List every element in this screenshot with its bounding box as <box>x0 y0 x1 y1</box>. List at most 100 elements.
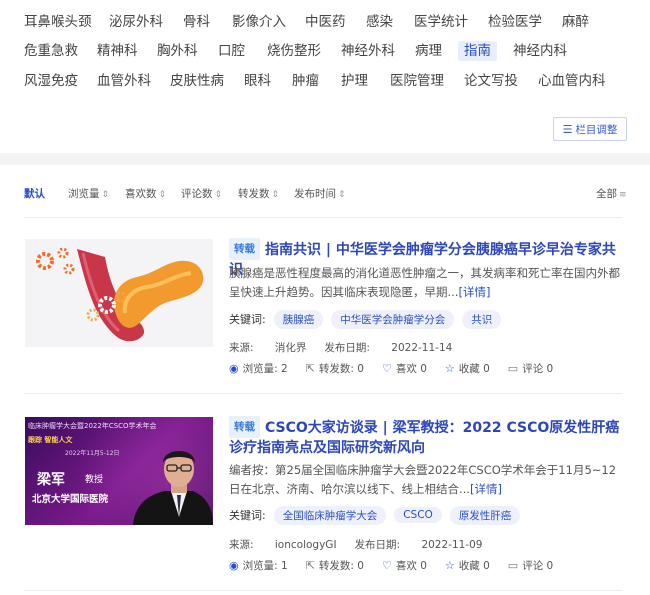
date-value: 2022-11-09 <box>421 539 483 551</box>
shares-label: 转发数: <box>318 560 354 572</box>
like-button[interactable]: ♡ 喜欢 0 <box>382 558 427 573</box>
views-value: 2 <box>281 362 288 375</box>
keyword-chip[interactable]: 全国临床肿瘤学大会 <box>273 505 387 525</box>
comment-value: 0 <box>546 559 554 572</box>
category-tag[interactable]: 医学统计 <box>414 12 468 32</box>
collect-button[interactable]: ☆ 收藏 0 <box>445 558 490 573</box>
category-tag[interactable]: 病理 <box>415 41 442 61</box>
category-tag[interactable]: 心血管内科 <box>538 71 606 91</box>
sort-default[interactable]: 默认 <box>24 186 45 201</box>
comment-icon: ▭ <box>507 362 519 375</box>
sort-views-label: 浏览量 <box>68 188 100 200</box>
comment-label: 评论 <box>522 363 544 375</box>
keyword-chip[interactable]: 中华医学会肿瘤学分会 <box>331 309 455 329</box>
category-tag[interactable]: 检验医学 <box>488 12 542 32</box>
column-adjust-button[interactable]: ☰ 栏目调整 <box>553 117 627 141</box>
category-tag[interactable]: 影像介入 <box>232 12 286 32</box>
keyword-chip[interactable]: 原发性肝癌 <box>449 505 521 525</box>
article-excerpt-text: 编者按：第25届全国临床肿瘤学大会暨2022年CSCO学术年会于11月5~12日… <box>229 463 617 496</box>
category-tag[interactable]: 骨科 <box>183 12 210 32</box>
comment-button[interactable]: ▭ 评论 0 <box>508 361 553 376</box>
pancreas-illustration <box>36 247 204 342</box>
views-stat: ◉ 浏览量: 1 <box>229 558 288 573</box>
likes-label: 喜欢 <box>395 560 417 572</box>
section-divider <box>0 153 650 165</box>
shares-stat[interactable]: ⇱ 转发数: 0 <box>306 361 364 376</box>
details-link[interactable]: [详情] <box>470 482 502 496</box>
category-tag[interactable]: 护理 <box>341 71 368 91</box>
star-icon: ☆ <box>444 362 455 375</box>
filter-all-label: 全部 <box>596 188 617 200</box>
divider <box>24 217 622 218</box>
comment-button[interactable]: ▭ 评论 0 <box>508 558 553 573</box>
category-tag[interactable]: 泌尿外科 <box>109 12 163 32</box>
article-stats: ◉ 浏览量: 1 ⇱ 转发数: 0 ♡ 喜欢 0 ☆ 收藏 0 ▭ 评论 0 <box>229 558 571 573</box>
sort-views[interactable]: 浏览量 ⇕ <box>68 186 109 201</box>
category-tag[interactable]: 麻醉 <box>562 12 589 32</box>
keywords-row: 关键词: 全国临床肿瘤学大会 CSCO 原发性肝癌 <box>229 505 521 525</box>
comment-icon: ▭ <box>507 559 519 572</box>
repost-tag: 转载 <box>229 416 260 438</box>
keywords-label: 关键词: <box>229 509 266 522</box>
article-title[interactable]: 转载 CSCO大家访谈录 | 梁军教授：2022 CSCO原发性肝癌诊疗指南亮点及… <box>229 416 624 458</box>
star-icon: ☆ <box>444 559 455 572</box>
date-label: 发布日期: <box>324 342 370 354</box>
category-tag[interactable]: 烧伤整形 <box>267 41 321 61</box>
keywords-label: 关键词: <box>229 313 266 326</box>
category-tag[interactable]: 感染 <box>366 12 393 32</box>
sort-arrow-icon: ⇕ <box>271 190 280 200</box>
speaker-portrait <box>133 451 213 525</box>
category-tag[interactable]: 论文写投 <box>464 71 518 91</box>
article-excerpt: 胰腺癌是恶性程度最高的消化道恶性肿瘤之一，其发病率和死亡率在国内外都呈快速上升趋… <box>229 264 624 302</box>
collect-value: 0 <box>483 559 490 572</box>
category-tag-active[interactable]: 指南 <box>458 41 497 61</box>
category-tag[interactable]: 血管外科 <box>97 71 151 91</box>
column-adjust-label: 栏目调整 <box>575 123 618 136</box>
collect-label: 收藏 <box>458 363 480 375</box>
category-tag[interactable]: 胸外科 <box>157 41 198 61</box>
views-value: 1 <box>281 559 288 572</box>
date-value: 2022-11-14 <box>391 342 453 354</box>
filter-all[interactable]: 全部 ≡ <box>596 186 627 201</box>
views-label: 浏览量: <box>242 560 278 572</box>
article-stats: ◉ 浏览量: 2 ⇱ 转发数: 0 ♡ 喜欢 0 ☆ 收藏 0 ▭ 评论 0 <box>229 361 571 376</box>
category-tag[interactable]: 精神科 <box>97 41 138 61</box>
category-tag[interactable]: 耳鼻喉头颈 <box>24 12 92 32</box>
category-tag[interactable]: 神经内科 <box>513 41 567 61</box>
category-tag[interactable]: 风湿免疫 <box>24 71 78 91</box>
keyword-chip[interactable]: 共识 <box>462 309 502 329</box>
category-tag[interactable]: 中医药 <box>305 12 346 32</box>
list-icon: ☰ <box>562 122 573 136</box>
category-tag[interactable]: 医院管理 <box>390 71 444 91</box>
category-tag[interactable]: 神经外科 <box>341 41 395 61</box>
keywords-row: 关键词: 胰腺癌 中华医学会肿瘤学分会 共识 <box>229 309 502 329</box>
publish-date: 发布日期: 2022-11-09 <box>355 539 483 551</box>
article-thumbnail[interactable] <box>25 239 213 347</box>
category-tag[interactable]: 口腔 <box>218 41 245 61</box>
keyword-chip[interactable]: 胰腺癌 <box>273 309 324 329</box>
shares-stat[interactable]: ⇱ 转发数: 0 <box>306 558 364 573</box>
source-label: 来源: <box>229 539 254 551</box>
sort-date-label: 发布时间 <box>294 188 336 200</box>
likes-value: 0 <box>420 559 427 572</box>
menu-icon: ≡ <box>619 190 627 200</box>
category-tag[interactable]: 眼科 <box>244 71 271 91</box>
sort-comments[interactable]: 评论数 ⇕ <box>181 186 222 201</box>
sort-comments-label: 评论数 <box>181 188 213 200</box>
keyword-chip[interactable]: CSCO <box>394 507 442 523</box>
sort-likes[interactable]: 喜欢数 ⇕ <box>125 186 166 201</box>
collect-button[interactable]: ☆ 收藏 0 <box>445 361 490 376</box>
like-button[interactable]: ♡ 喜欢 0 <box>382 361 427 376</box>
shares-label: 转发数: <box>318 363 354 375</box>
sort-shares[interactable]: 转发数 ⇕ <box>238 186 279 201</box>
category-tag[interactable]: 肿瘤 <box>292 71 319 91</box>
category-tag[interactable]: 危重急救 <box>24 41 78 61</box>
category-tag[interactable]: 皮肤性病 <box>170 71 224 91</box>
article-thumbnail[interactable]: 临床肿瘤学大会暨2022年CSCO学术年会 跟踪 智能人文 2022年11月5-… <box>25 417 213 525</box>
sort-date[interactable]: 发布时间 ⇕ <box>294 186 346 201</box>
divider <box>24 590 622 591</box>
views-stat: ◉ 浏览量: 2 <box>229 361 288 376</box>
likes-label: 喜欢 <box>395 363 417 375</box>
details-link[interactable]: [详情] <box>458 285 490 299</box>
views-label: 浏览量: <box>242 363 278 375</box>
